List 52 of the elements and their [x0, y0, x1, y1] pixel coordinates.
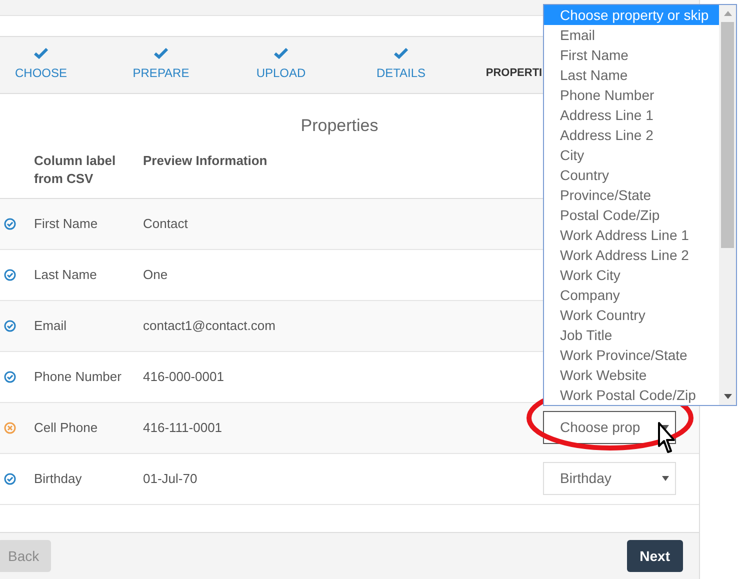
checkmark-icon	[34, 48, 48, 59]
dropdown-option[interactable]: Email	[544, 25, 719, 45]
dropdown-option[interactable]: Work Address Line 2	[544, 245, 719, 265]
table-cell-text: Contact	[143, 214, 188, 233]
dropdown-option[interactable]: Work Website	[544, 365, 719, 385]
step-label[interactable]: CHOOSE	[14, 64, 67, 82]
table-cell-text: First Name	[34, 214, 99, 233]
dropdown-option[interactable]: Country	[544, 165, 719, 185]
dropdown-option[interactable]: Work Address Line 1	[544, 225, 719, 245]
next-button[interactable]: Next	[626, 540, 683, 572]
dropdown-option[interactable]: Work Postal Code/Zip	[544, 385, 719, 405]
step-label[interactable]: UPLOAD	[256, 64, 306, 82]
checkmark-icon	[274, 48, 288, 59]
dropdown-option[interactable]: Address Line 2	[544, 125, 719, 145]
table-cell-text: One	[143, 266, 168, 284]
checkmark-icon	[154, 48, 168, 59]
column-header: Preview Information	[143, 152, 268, 170]
column-header: Column label from CSV	[34, 152, 117, 188]
table-cell-text: contact1@contact.com	[143, 316, 276, 335]
checkmark-icon	[394, 48, 408, 59]
dropdown-option[interactable]: Last Name	[544, 65, 719, 85]
caret-icon	[662, 476, 669, 481]
dropdown-option[interactable]: Postal Code/Zip	[544, 205, 719, 225]
scroll-up-icon[interactable]	[724, 11, 732, 16]
table-cell-text: 01-Jul-70	[143, 470, 198, 488]
step-label[interactable]: DETAILS	[376, 64, 426, 82]
table-cell-text: 416-000-0001	[143, 368, 224, 386]
step-label[interactable]: PREPARE	[132, 64, 190, 82]
section-heading: Properties	[300, 115, 378, 137]
property-select[interactable]: Choose prop	[543, 411, 676, 444]
scroll-down-icon[interactable]	[724, 394, 732, 399]
dropdown-option[interactable]: Phone Number	[544, 85, 719, 105]
table-cell-text: Birthday	[34, 470, 83, 488]
dropdown-option[interactable]: Work Country	[544, 305, 719, 325]
dropdown-option[interactable]: Address Line 1	[544, 105, 719, 125]
dropdown-option[interactable]: Job Title	[544, 325, 719, 345]
table-cell-text: Cell Phone	[34, 418, 99, 437]
dropdown-option[interactable]: Work City	[544, 265, 719, 285]
dropdown-option[interactable]: City	[544, 145, 719, 165]
property-select[interactable]: Birthday	[543, 462, 676, 495]
dropdown-option[interactable]: Choose property or skip	[544, 5, 719, 25]
table-cell-text: Email	[34, 316, 68, 335]
dropdown-option[interactable]: Work Province/State	[544, 345, 719, 365]
table-cell-text: 416-111-0001	[143, 418, 222, 437]
dropdown-option[interactable]: Province/State	[544, 185, 719, 205]
dropdown-option[interactable]: Company	[544, 285, 719, 305]
step-label[interactable]: PROPERTI	[486, 64, 542, 82]
dropdown-option[interactable]: First Name	[544, 45, 719, 65]
table-cell-text: Last Name	[34, 266, 98, 284]
table-cell-text: Phone Number	[34, 368, 122, 386]
scroll-thumb[interactable]	[721, 22, 734, 248]
scrollbar[interactable]	[719, 5, 736, 405]
